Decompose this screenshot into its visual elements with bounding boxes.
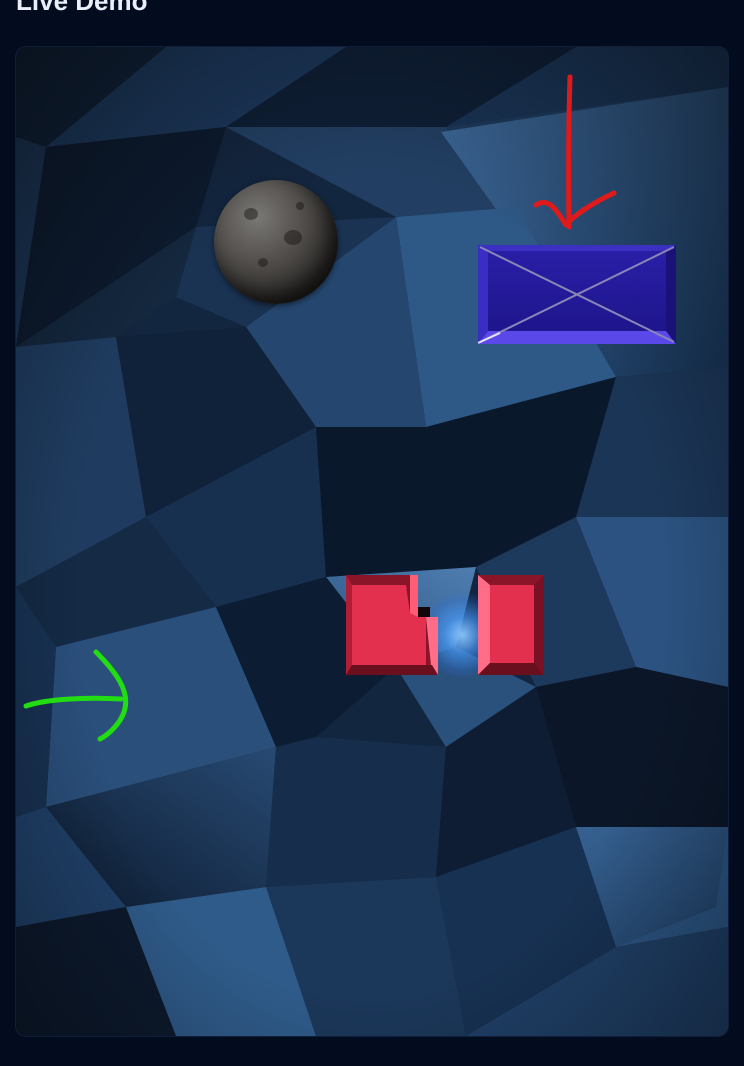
game-background bbox=[16, 47, 728, 1036]
game-canvas[interactable] bbox=[16, 47, 728, 1036]
page: Live Demo bbox=[0, 0, 744, 1066]
ball-crater bbox=[244, 208, 258, 220]
bumper-left[interactable] bbox=[346, 575, 438, 675]
ball-crater bbox=[284, 230, 302, 245]
ball[interactable] bbox=[214, 180, 338, 304]
target-block[interactable] bbox=[478, 245, 676, 344]
bumper-right[interactable] bbox=[478, 575, 544, 675]
ball-crater bbox=[296, 202, 304, 210]
ball-crater bbox=[258, 258, 268, 267]
section-heading: Live Demo bbox=[16, 0, 148, 16]
